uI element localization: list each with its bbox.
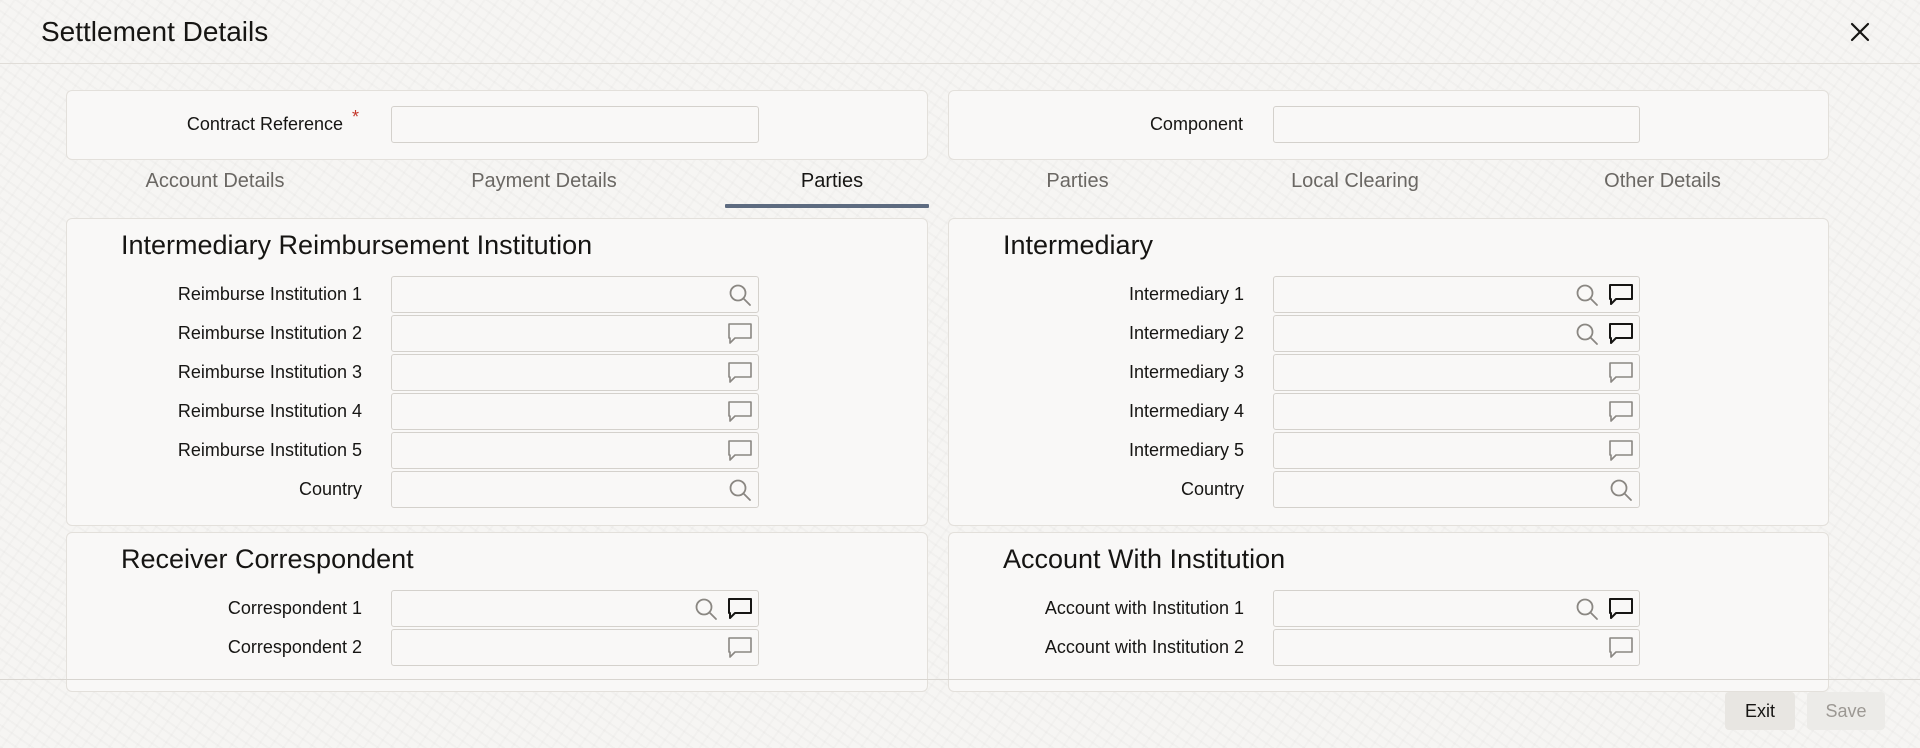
reimburse-institution-1-field[interactable] — [391, 276, 759, 313]
dialog-header: Settlement Details — [0, 0, 1920, 64]
intermediary-4-input[interactable] — [1274, 394, 1639, 429]
active-tab-indicator — [725, 204, 929, 208]
chat-icon[interactable] — [1607, 398, 1635, 426]
dialog-title: Settlement Details — [41, 16, 269, 47]
tab-local-clearing[interactable]: Local Clearing — [1255, 166, 1455, 208]
reimburse-institution-1-input[interactable] — [392, 277, 758, 312]
intermediary-1-field[interactable] — [1273, 276, 1640, 313]
correspondent-2-label: Correspondent 2 — [227, 637, 362, 657]
chat-icon[interactable] — [726, 634, 754, 662]
chat-icon[interactable] — [1607, 320, 1635, 348]
close-button[interactable] — [1842, 14, 1878, 50]
contract-reference-field[interactable] — [391, 106, 759, 143]
country-field[interactable] — [391, 471, 759, 508]
reimburse-institution-4-field[interactable] — [391, 393, 759, 430]
chat-icon[interactable] — [726, 595, 754, 623]
tab-other-details[interactable]: Other Details — [1560, 166, 1765, 208]
account-with-institution-2-field[interactable] — [1273, 629, 1640, 666]
reimburse-institution-2-label: Reimburse Institution 2 — [177, 323, 362, 343]
component-label: Component — [1149, 114, 1243, 134]
correspondent-2-input[interactable] — [392, 630, 758, 665]
receiver-correspondent-title: Receiver Correspondent — [121, 544, 414, 574]
tab-parties-2[interactable]: Parties — [1000, 166, 1155, 208]
search-icon[interactable] — [692, 595, 720, 623]
intermediary-3-field[interactable] — [1273, 354, 1640, 391]
intermediary-reimbursement-title: Intermediary Reimbursement Institution — [121, 230, 593, 260]
chat-icon[interactable] — [726, 359, 754, 387]
country-label: Country — [1180, 479, 1244, 499]
tab-account-details[interactable]: Account Details — [115, 166, 315, 208]
correspondent-2-field[interactable] — [391, 629, 759, 666]
reimburse-institution-2-input[interactable] — [392, 316, 758, 351]
intermediary-5-field[interactable] — [1273, 432, 1640, 469]
reimburse-institution-3-label: Reimburse Institution 3 — [177, 362, 362, 382]
chat-icon[interactable] — [1607, 359, 1635, 387]
chat-icon[interactable] — [726, 320, 754, 348]
reimburse-institution-3-input[interactable] — [392, 355, 758, 390]
account-with-institution-2-input[interactable] — [1274, 630, 1639, 665]
reimburse-institution-4-input[interactable] — [392, 394, 758, 429]
country-input[interactable] — [1274, 472, 1639, 507]
country-field[interactable] — [1273, 471, 1640, 508]
component-input[interactable] — [1274, 107, 1639, 142]
reimburse-institution-5-label: Reimburse Institution 5 — [177, 440, 362, 460]
intermediary-3-label: Intermediary 3 — [1128, 362, 1244, 382]
search-icon[interactable] — [726, 476, 754, 504]
reimburse-institution-3-field[interactable] — [391, 354, 759, 391]
intermediary-2-field[interactable] — [1273, 315, 1640, 352]
intermediary-4-field[interactable] — [1273, 393, 1640, 430]
reimburse-institution-2-field[interactable] — [391, 315, 759, 352]
account-with-institution-title: Account With Institution — [1003, 544, 1286, 574]
chat-icon[interactable] — [726, 398, 754, 426]
search-icon[interactable] — [726, 281, 754, 309]
chat-icon[interactable] — [1607, 281, 1635, 309]
reimburse-institution-4-label: Reimburse Institution 4 — [177, 401, 362, 421]
intermediary-2-label: Intermediary 2 — [1128, 323, 1244, 343]
account-with-institution-2-label: Account with Institution 2 — [1044, 637, 1244, 657]
reimburse-institution-1-label: Reimburse Institution 1 — [177, 284, 362, 304]
tab-parties[interactable]: Parties — [752, 166, 912, 208]
intermediary-5-input[interactable] — [1274, 433, 1639, 468]
search-icon[interactable] — [1573, 281, 1601, 309]
intermediary-title: Intermediary — [1003, 230, 1154, 260]
reimburse-institution-5-field[interactable] — [391, 432, 759, 469]
save-button[interactable]: Save — [1807, 692, 1885, 730]
search-icon[interactable] — [1607, 476, 1635, 504]
correspondent-1-label: Correspondent 1 — [227, 598, 362, 618]
chat-icon[interactable] — [1607, 634, 1635, 662]
account-with-institution-1-field[interactable] — [1273, 590, 1640, 627]
contract-reference-input[interactable] — [392, 107, 758, 142]
account-with-institution-1-label: Account with Institution 1 — [1044, 598, 1244, 618]
search-icon[interactable] — [1573, 595, 1601, 623]
exit-button[interactable]: Exit — [1725, 692, 1795, 730]
tab-payment-details[interactable]: Payment Details — [444, 166, 644, 208]
chat-icon[interactable] — [726, 437, 754, 465]
contract-reference-label: Contract Reference — [186, 114, 343, 134]
dialog-footer — [0, 679, 1920, 748]
intermediary-5-label: Intermediary 5 — [1128, 440, 1244, 460]
correspondent-1-field[interactable] — [391, 590, 759, 627]
intermediary-3-input[interactable] — [1274, 355, 1639, 390]
search-icon[interactable] — [1573, 320, 1601, 348]
intermediary-4-label: Intermediary 4 — [1128, 401, 1244, 421]
country-input[interactable] — [392, 472, 758, 507]
component-field[interactable] — [1273, 106, 1640, 143]
intermediary-1-label: Intermediary 1 — [1128, 284, 1244, 304]
chat-icon[interactable] — [1607, 595, 1635, 623]
chat-icon[interactable] — [1607, 437, 1635, 465]
country-label: Country — [298, 479, 362, 499]
reimburse-institution-5-input[interactable] — [392, 433, 758, 468]
required-marker: * — [352, 107, 360, 127]
close-icon — [1850, 22, 1870, 42]
